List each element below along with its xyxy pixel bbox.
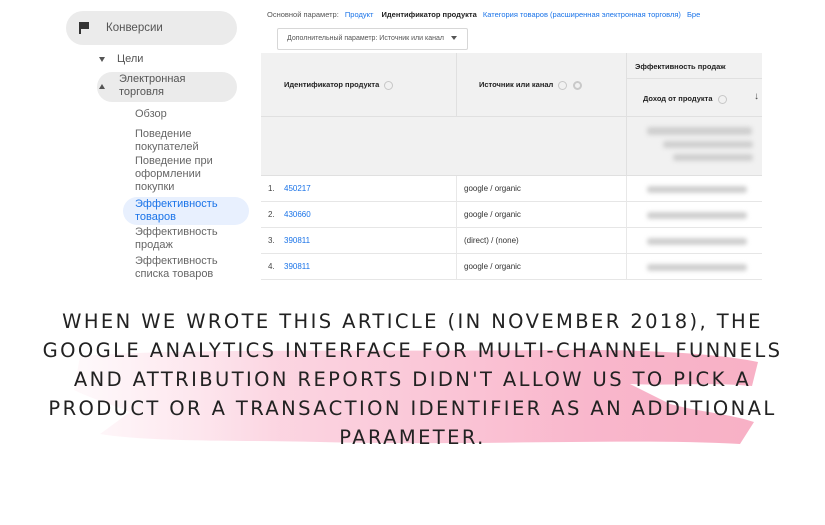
row-number: 3.	[268, 236, 275, 245]
blurred-value	[647, 264, 747, 271]
product-id-link[interactable]: 450217	[284, 184, 311, 193]
blurred-value	[663, 141, 753, 148]
product-id-link[interactable]: 390811	[284, 236, 310, 245]
header-group-sales-label: Эффективность продаж	[635, 62, 726, 71]
secondary-dimension-dropdown[interactable]: Дополнительный параметр: Источник или ка…	[277, 28, 468, 50]
sidebar-item-goals[interactable]: Цели	[117, 53, 143, 65]
sort-descending-icon[interactable]: ↓	[754, 91, 761, 102]
report-area: Основной параметр: Продукт Идентификатор…	[253, 0, 762, 280]
sidebar-item-ecommerce[interactable]: Электронная торговля	[119, 73, 229, 99]
sidebar-item-product-list-performance[interactable]: Эффективность списка товаров	[135, 255, 235, 280]
header-group-sales: Эффективность продаж	[627, 53, 762, 79]
product-id-link[interactable]: 430660	[284, 210, 311, 219]
header-product-id-label: Идентификатор продукта	[284, 80, 380, 89]
header-source-label: Источник или канал	[479, 80, 554, 89]
analytics-screenshot: Конверсии Цели Электронная торговля Обзо…	[63, 0, 762, 280]
sidebar-item-overview[interactable]: Обзор	[135, 108, 167, 121]
totals-revenue	[627, 117, 762, 176]
totals-row	[261, 117, 627, 176]
help-icon[interactable]	[384, 80, 394, 90]
article-caption: When we wrote this article (in November …	[42, 310, 783, 449]
sidebar-item-checkout-behavior[interactable]: Поведение при оформлении покупки	[135, 155, 235, 194]
blurred-value	[647, 186, 747, 193]
primary-option-product[interactable]: Продукт	[345, 10, 374, 19]
sidebar-item-label: Конверсии	[106, 22, 163, 34]
chevron-down-icon	[450, 36, 457, 41]
blurred-value	[647, 238, 747, 245]
revenue-cell	[627, 254, 762, 280]
row-number: 1.	[268, 184, 275, 193]
revenue-cell	[627, 202, 762, 228]
help-icon[interactable]	[717, 94, 727, 104]
remove-dimension-icon[interactable]	[573, 80, 583, 90]
row-number: 4.	[268, 262, 275, 271]
table-row[interactable]: 4. 390811	[261, 254, 457, 280]
revenue-cell	[627, 176, 762, 202]
product-id-link[interactable]: 390811	[284, 262, 310, 271]
sidebar-item-sales-performance[interactable]: Эффективность продаж	[135, 226, 235, 252]
secondary-dimension-label: Дополнительный параметр: Источник или ка…	[287, 35, 444, 42]
primary-option-category[interactable]: Категория товаров (расширенная электронн…	[483, 10, 681, 19]
sidebar-item-conversions[interactable]: Конверсии	[66, 11, 237, 45]
collapse-arrow-icon[interactable]	[99, 84, 105, 89]
header-revenue-label: Доход от продукта	[643, 94, 713, 103]
sidebar-item-product-performance[interactable]: Эффективность товаров	[135, 198, 235, 224]
header-product-revenue[interactable]: Доход от продукта	[627, 79, 762, 117]
source-cell: google / organic	[457, 176, 627, 202]
sidebar-item-shopping-behavior[interactable]: Поведение покупателей	[135, 128, 235, 154]
source-cell: (direct) / (none)	[457, 228, 627, 254]
primary-option-brand[interactable]: Бре	[687, 10, 700, 19]
row-number: 2.	[268, 210, 275, 219]
primary-dimension-row: Основной параметр: Продукт Идентификатор…	[267, 10, 700, 19]
primary-dimension-label: Основной параметр:	[267, 10, 339, 19]
source-cell: google / organic	[457, 254, 627, 280]
header-product-id[interactable]: Идентификатор продукта	[261, 53, 457, 117]
help-icon[interactable]	[558, 80, 568, 90]
table-row[interactable]: 3. 390811	[261, 228, 457, 254]
table-row[interactable]: 2. 430660	[261, 202, 457, 228]
sidebar: Конверсии Цели Электронная торговля Обзо…	[63, 0, 253, 280]
blurred-value	[673, 154, 753, 161]
header-source-medium[interactable]: Источник или канал	[457, 53, 627, 117]
primary-option-product-id[interactable]: Идентификатор продукта	[382, 10, 477, 19]
flag-icon	[79, 22, 89, 34]
table-row[interactable]: 1. 450217	[261, 176, 457, 202]
blurred-value	[647, 212, 747, 219]
expand-arrow-icon[interactable]	[99, 57, 105, 62]
revenue-cell	[627, 228, 762, 254]
blurred-value	[647, 127, 752, 135]
data-table: Идентификатор продукта Источник или кана…	[261, 53, 762, 280]
source-cell: google / organic	[457, 202, 627, 228]
